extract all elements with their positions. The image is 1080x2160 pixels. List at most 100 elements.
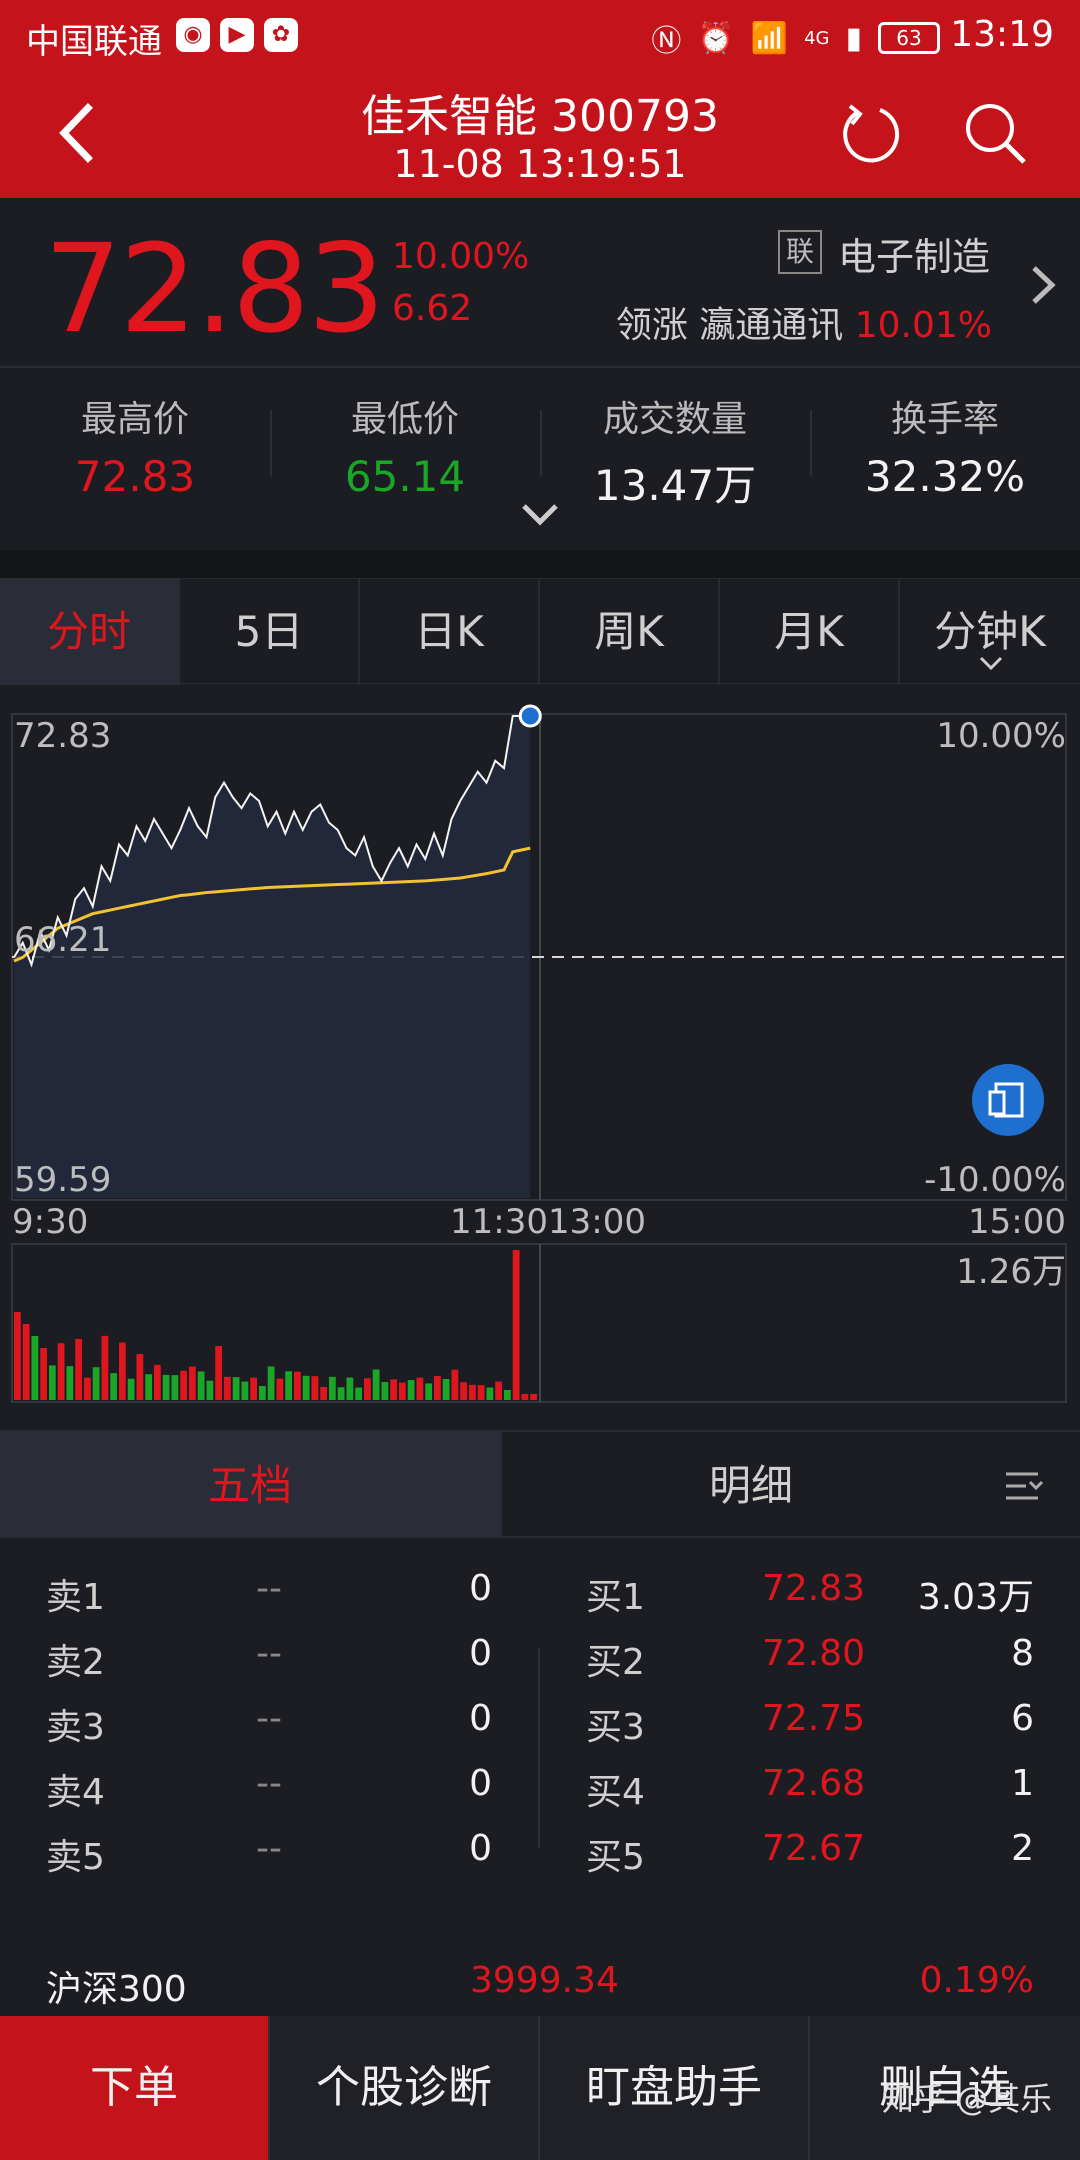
huawei-icon: ✿ [264,18,298,52]
volume-bar [285,1371,292,1400]
bid-row[interactable]: 买3 72.75 6 [540,1698,1080,1758]
ask-row[interactable]: 卖1 -- 0 [0,1568,540,1628]
ask-volume: 0 [469,1763,492,1804]
bid-volume: 6 [1011,1698,1034,1739]
bid-volume: 8 [1011,1633,1034,1674]
volume-bar [294,1371,301,1400]
volume-bar [276,1378,284,1400]
volume-bar [224,1376,231,1400]
volume-bar [92,1367,100,1400]
wifi-icon: 📶 [750,20,789,56]
volume-bar [425,1383,432,1400]
notification-icons: ◉ ▶ ✿ [176,18,298,52]
y-axis-bottom: 59.59 [14,1160,112,1200]
bid-label: 买3 [586,1707,645,1748]
chart-tabs: 分时 5日 日K 周K 月K 分钟K [0,578,1080,685]
ask-price: -- [256,1633,282,1674]
index-ticker[interactable]: 沪深300 3999.34 0.19% [0,1960,1080,2020]
ask-volume: 0 [469,1828,492,1869]
stat-low: 最低价 65.14 [270,390,540,501]
bid-price: 72.75 [762,1698,866,1739]
watch-assistant-button[interactable]: 盯盘助手 [540,2016,810,2160]
pct-axis-bottom: -10.00% [924,1160,1066,1200]
tab-details[interactable]: 明细 [500,1432,1000,1536]
volume-bar [145,1374,152,1400]
search-icon[interactable] [960,98,1030,168]
volume-bar [512,1250,520,1400]
system-icons: Ⓝ ⏰ 📶 4G ▮ 63 [651,16,940,60]
menu-icon[interactable] [1000,1466,1044,1506]
sector-name[interactable]: 电子制造 [838,226,990,281]
stat-value: 72.83 [74,452,196,501]
sector-leader[interactable]: 领涨 瀛通通讯 10.01% [616,296,992,348]
bid-price: 72.83 [762,1568,866,1609]
index-percent: 0.19% [919,1960,1034,2001]
ask-row[interactable]: 卖2 -- 0 [0,1633,540,1693]
bid-row[interactable]: 买4 72.68 1 [540,1763,1080,1823]
network-type: 4G [804,27,830,49]
leader-label: 领涨 瀛通通讯 [615,305,844,346]
volume-bar [390,1379,397,1400]
stat-label: 最低价 [350,399,459,440]
ask-volume: 0 [469,1633,492,1674]
volume-bar [110,1373,117,1400]
index-value: 3999.34 [470,1960,619,2001]
ask-volume: 0 [469,1698,492,1739]
tab-monthly-k[interactable]: 月K [720,579,900,685]
rotate-screen-icon [988,1082,1024,1118]
volume-bar [250,1377,257,1400]
ask-row[interactable]: 卖4 -- 0 [0,1763,540,1823]
bid-row[interactable]: 买5 72.67 2 [540,1828,1080,1888]
volume-axis-max: 1.26万 [956,1252,1066,1292]
orderbook-tabs: 五档 明细 [0,1430,1080,1538]
volume-bar [119,1342,126,1400]
volume-bar [14,1312,21,1400]
ask-row[interactable]: 卖3 -- 0 [0,1698,540,1758]
stat-value: 13.47万 [593,461,757,510]
x-axis-start: 9:30 [12,1202,89,1242]
landscape-toggle-button[interactable] [972,1064,1044,1136]
volume-bar [267,1366,275,1400]
volume-bar [215,1346,222,1400]
tab-5day[interactable]: 5日 [180,579,360,685]
tab-weekly-k[interactable]: 周K [540,579,720,685]
tab-minute-k[interactable]: 分钟K [900,579,1080,685]
stat-volume: 成交数量 13.47万 [540,390,810,513]
bid-price: 72.67 [762,1828,866,1869]
bid-volume: 3.03万 [917,1577,1034,1618]
chevron-down-icon[interactable] [518,500,562,530]
tab-daily-k[interactable]: 日K [360,579,540,685]
tab-intraday[interactable]: 分时 [0,579,180,685]
bid-row[interactable]: 买2 72.80 8 [540,1633,1080,1693]
tab-five-levels[interactable]: 五档 [0,1432,500,1536]
status-bar: 中国联通 ◉ ▶ ✿ Ⓝ ⏰ 📶 4G ▮ 63 13:19 [0,0,1080,72]
y-axis-mid: 66.21 [14,920,112,960]
bid-row[interactable]: 买1 72.83 3.03万 [540,1568,1080,1628]
stock-diagnosis-button[interactable]: 个股诊断 [270,2016,540,2160]
volume-bar [320,1387,327,1400]
ask-row[interactable]: 卖5 -- 0 [0,1828,540,1888]
place-order-button[interactable]: 下单 [0,2016,270,2160]
chevron-right-icon[interactable] [1026,260,1060,310]
volume-bar [84,1377,91,1400]
volume-bar [355,1387,362,1400]
quote-timestamp: 11-08 13:19:51 [393,142,687,186]
volume-bar [302,1375,310,1400]
volume-bar [495,1381,502,1400]
volume-bar [189,1366,196,1400]
battery-icon: 63 [878,22,940,54]
volume-bar [469,1384,476,1400]
refresh-icon[interactable] [836,100,902,166]
volume-bar [504,1390,511,1400]
watermark: 知乎 @其乐 [882,2080,1053,2118]
app-notification-icon: ◉ [176,18,210,52]
x-axis-mid: 11:3013:00 [450,1202,646,1242]
bid-label: 买1 [586,1577,645,1618]
ask-price: -- [256,1568,282,1609]
nfc-icon: Ⓝ [651,24,682,59]
chevron-down-icon [979,656,1003,671]
intraday-chart[interactable]: 72.83 66.21 59.59 10.00% -10.00% 9:30 11… [0,684,1080,1404]
volume-bar [486,1387,494,1400]
last-price-dot [518,704,542,728]
volume-bar [407,1380,415,1400]
